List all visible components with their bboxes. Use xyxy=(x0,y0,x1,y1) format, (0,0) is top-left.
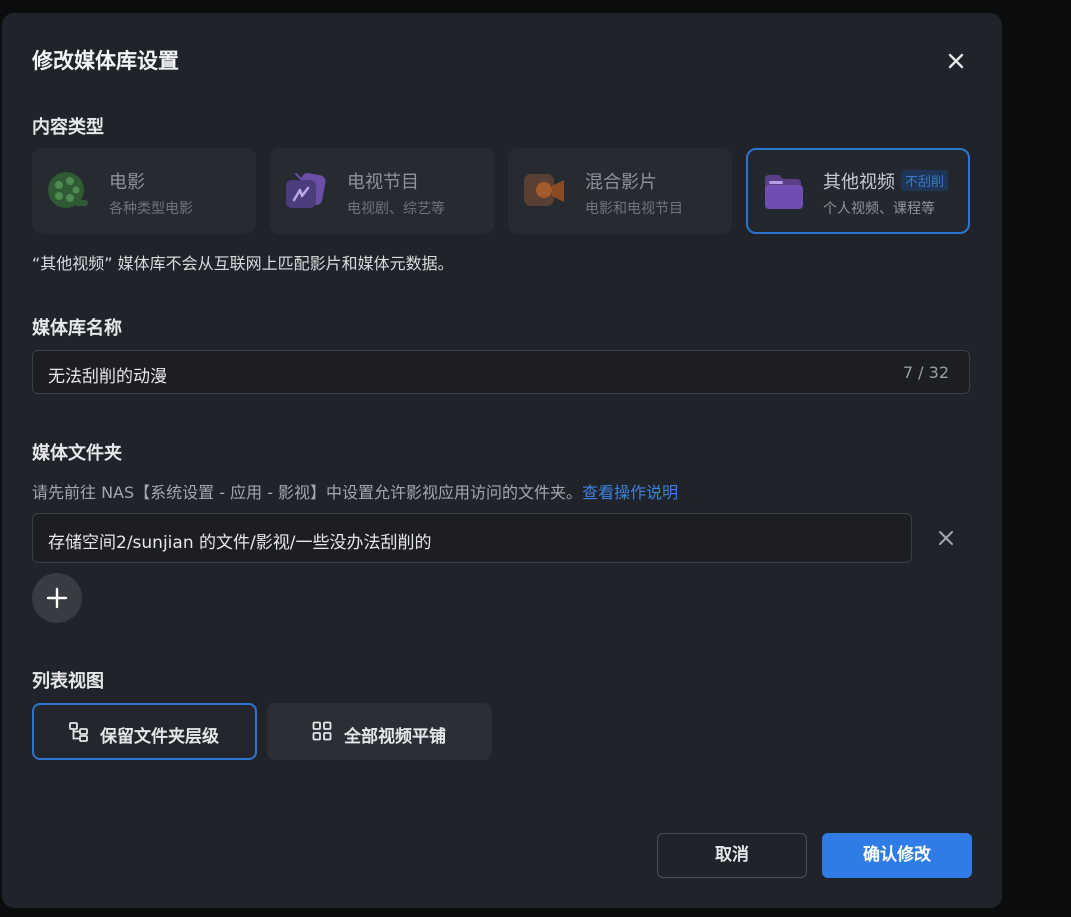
type-card-other[interactable]: 其他视频 不刮削 个人视频、课程等 xyxy=(746,148,970,234)
content-type-note: “其他视频” 媒体库不会从互联网上匹配影片和媒体元数据。 xyxy=(32,254,454,273)
type-name: 其他视频 不刮削 xyxy=(823,168,949,194)
type-card-mixed[interactable]: 混合影片 电影和电视节目 xyxy=(508,148,732,234)
close-button[interactable] xyxy=(942,47,970,75)
library-name-value: 无法刮削的动漫 xyxy=(48,367,167,387)
view-option-label: 保留文件夹层级 xyxy=(100,727,219,747)
close-icon xyxy=(948,53,964,69)
type-desc: 电视剧、综艺等 xyxy=(347,201,445,217)
view-flatten-all[interactable]: 全部视频平铺 xyxy=(267,703,492,760)
type-desc: 个人视频、课程等 xyxy=(823,201,935,217)
media-folder-hint: 请先前往 NAS【系统设置 - 应用 - 影视】中设置允许影视应用访问的文件夹。… xyxy=(32,479,678,503)
edit-library-dialog: 修改媒体库设置 内容类型 电影 各种类型电影 电视节目 电视剧、综艺等 混合影片… xyxy=(2,13,1002,908)
help-link[interactable]: 查看操作说明 xyxy=(582,483,678,502)
type-card-movie[interactable]: 电影 各种类型电影 xyxy=(32,148,256,234)
media-folder-label: 媒体文件夹 xyxy=(32,443,122,464)
char-counter: 7 / 32 xyxy=(902,363,949,382)
grid-icon xyxy=(312,721,332,741)
video-camera-icon xyxy=(524,174,564,206)
add-folder-button[interactable] xyxy=(32,573,82,623)
library-name-label: 媒体库名称 xyxy=(32,318,122,339)
view-option-label: 全部视频平铺 xyxy=(344,727,446,747)
type-name-text: 其他视频 xyxy=(823,172,895,193)
film-reel-icon xyxy=(48,172,88,208)
view-keep-folder-hierarchy[interactable]: 保留文件夹层级 xyxy=(32,703,257,760)
cancel-button[interactable]: 取消 xyxy=(657,833,807,878)
hint-text: 请先前往 NAS【系统设置 - 应用 - 影视】中设置允许影视应用访问的文件夹。 xyxy=(32,483,583,502)
type-desc: 电影和电视节目 xyxy=(585,201,683,217)
confirm-button[interactable]: 确认修改 xyxy=(822,833,972,878)
close-icon xyxy=(939,531,953,545)
content-type-options: 电影 各种类型电影 电视节目 电视剧、综艺等 混合影片 电影和电视节目 其他视频… xyxy=(32,148,970,234)
folder-path-field[interactable]: 存储空间2/sunjian 的文件/影视/一些没办法刮削的 xyxy=(32,513,912,563)
plus-icon xyxy=(46,587,68,609)
folder-icon xyxy=(765,175,803,209)
remove-folder-button[interactable] xyxy=(934,526,958,550)
type-name: 电视节目 xyxy=(347,172,419,193)
folder-tree-icon xyxy=(69,722,88,742)
type-name: 电影 xyxy=(109,172,145,193)
list-view-label: 列表视图 xyxy=(32,671,104,692)
type-card-tv[interactable]: 电视节目 电视剧、综艺等 xyxy=(270,148,494,234)
library-name-input[interactable]: 无法刮削的动漫 7 / 32 xyxy=(32,350,970,394)
folder-path-value: 存储空间2/sunjian 的文件/影视/一些没办法刮削的 xyxy=(48,533,432,553)
type-desc: 各种类型电影 xyxy=(109,201,193,217)
dialog-title: 修改媒体库设置 xyxy=(32,49,179,73)
content-type-label: 内容类型 xyxy=(32,117,104,138)
tv-icon xyxy=(286,173,326,208)
type-name: 混合影片 xyxy=(585,172,657,193)
no-scrape-badge: 不刮削 xyxy=(901,170,949,191)
